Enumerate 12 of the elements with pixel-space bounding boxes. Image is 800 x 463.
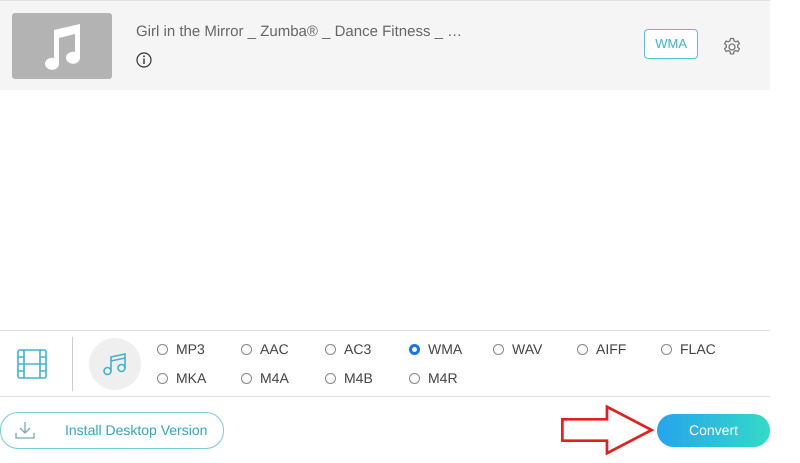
format-option[interactable]: FLAC — [661, 338, 745, 360]
format-option[interactable]: MKA — [157, 368, 241, 388]
file-title: Girl in the Mirror _ Zumba® _ Dance Fitness _ … — [136, 22, 464, 42]
format-option[interactable]: AIFF — [577, 338, 661, 360]
format-option[interactable]: AAC — [241, 338, 325, 360]
format-option[interactable]: WAV — [493, 338, 577, 360]
format-option[interactable]: AC3 — [325, 338, 409, 360]
format-option[interactable]: MP3 — [157, 338, 241, 360]
format-option[interactable]: M4A — [241, 368, 325, 388]
format-option[interactable]: M4R — [409, 368, 493, 388]
format-option[interactable]: WMA — [409, 338, 493, 360]
format-option[interactable]: M4B — [325, 368, 409, 388]
